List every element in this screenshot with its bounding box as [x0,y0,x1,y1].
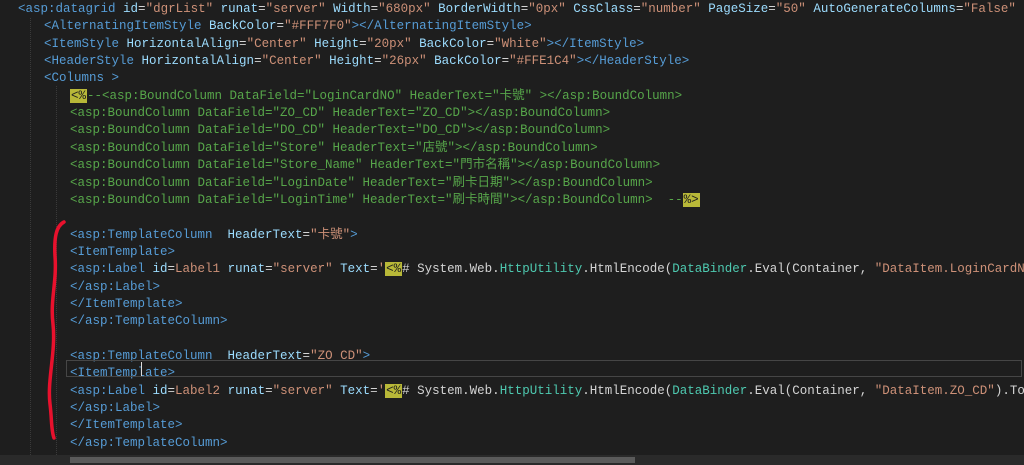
red-bracket-annotation [47,220,66,440]
scrollbar-thumb[interactable] [70,457,635,463]
red-bracket-stroke [47,220,66,440]
horizontal-scrollbar[interactable] [0,455,1024,465]
